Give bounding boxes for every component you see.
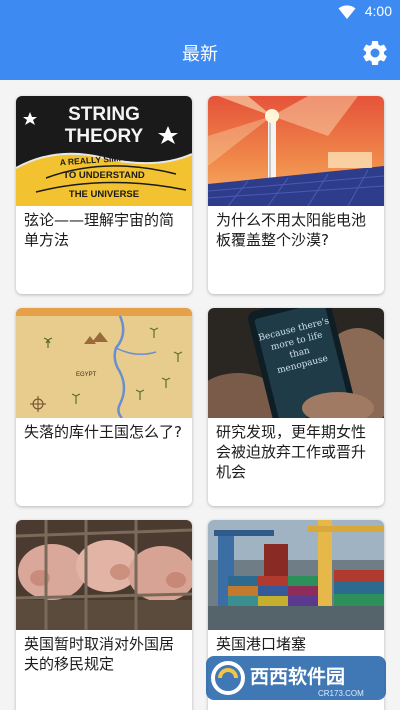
page-title: 最新 [182,44,218,65]
thumb-text-line: THE UNIVERSE [69,189,139,200]
article-card[interactable]: 英国暂时取消对外国居夫的移民规定 [16,520,192,710]
article-card[interactable]: STRING THEORY A REALLY SIMPLE WAY TO UND… [16,96,192,294]
article-title: 弦论——理解宇宙的简单方法 [24,211,175,249]
status-time: 4:00 [364,3,392,19]
gear-icon[interactable] [360,38,390,68]
article-title: 英国港口堵塞 [216,635,307,653]
article-thumbnail [208,96,384,206]
status-bar: 4:00 [0,0,400,24]
thumb-text-line: THEORY [65,126,144,147]
article-card[interactable]: Because there's more to life than menopa… [208,308,384,506]
article-thumbnail: STRING THEORY A REALLY SIMPLE WAY TO UND… [16,96,192,206]
article-title: 研究发现，更年期女性会被迫放弃工作或晋升机会 [216,423,367,481]
article-title: 为什么不用太阳能电池板覆盖整个沙漠? [216,211,367,249]
watermark-subtext: CR173.COM [318,689,364,698]
article-title: 失落的库什王国怎么了? [24,423,182,441]
thumb-text-line: TO UNDERSTAND [63,170,145,181]
watermark-logo: 西西软件园 CR173.COM [206,656,386,700]
article-thumbnail: EGYPT [16,308,192,418]
article-card[interactable]: EGYPT 失落的库什王国怎么了? [16,308,192,506]
article-thumbnail [208,520,384,630]
article-thumbnail [16,520,192,630]
article-card[interactable]: 为什么不用太阳能电池板覆盖整个沙漠? [208,96,384,294]
wifi-icon [338,5,356,19]
map-label: EGYPT [76,372,97,378]
article-thumbnail: Because there's more to life than menopa… [208,308,384,418]
watermark-text: 西西软件园 [250,665,345,688]
article-title: 英国暂时取消对外国居夫的移民规定 [24,635,175,673]
app-bar: 最新 [0,24,400,80]
thumb-text-line: STRING [68,104,140,125]
